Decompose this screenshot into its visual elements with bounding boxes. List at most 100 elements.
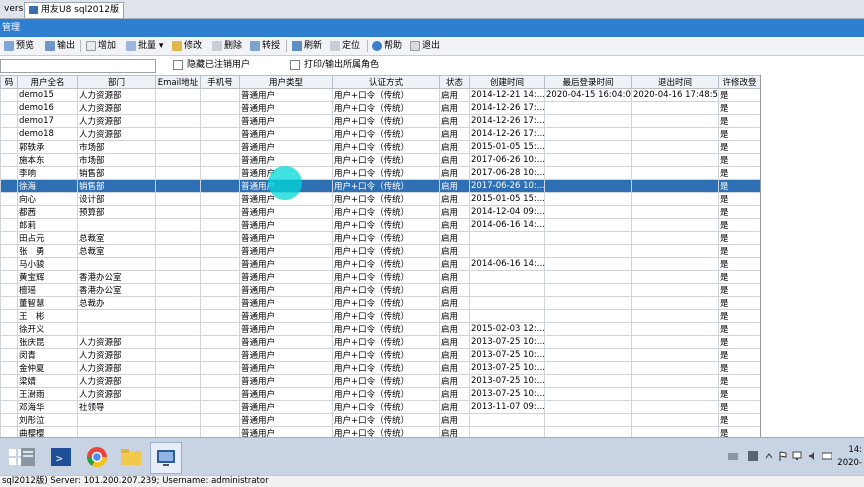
table-row[interactable]: demo16 人力资源部 普通用户 用户+口令（传统） 启用 2014-12-26 17:… <box>0 101 760 115</box>
table-row[interactable]: 张庆昆 人力资源部 普通用户 用户+口令（传统） 启用 2013-07-25 10:...… <box>0 335 760 349</box>
table-row[interactable]: 向心 设计部 普通用户 用户+口令（传统） 启用 2015-01-05 15:... 是 <box>0 192 760 206</box>
column-header[interactable]: 状态 <box>439 75 470 89</box>
table-cell: 2013-07-25 10:... <box>469 387 545 401</box>
table-row[interactable]: demo18 人力资源部 普通用户 用户+口令（传统） 启用 2014-12-26 17:… <box>0 127 760 141</box>
table-cell <box>631 166 719 180</box>
network-icon[interactable] <box>792 451 802 461</box>
column-header[interactable]: 部门 <box>77 75 156 89</box>
table-row[interactable]: 闵青 人力资源部 普通用户 用户+口令（传统） 启用 2013-07-25 10:... 是 <box>0 348 760 362</box>
table-row[interactable]: 王 彬 普通用户 用户+口令（传统） 启用 是 <box>0 309 760 323</box>
table-cell: 是 <box>718 153 760 167</box>
column-header[interactable]: 最后登录时间 <box>544 75 632 89</box>
table-row[interactable]: 檀瑶 香港办公室 普通用户 用户+口令（传统） 启用 是 <box>0 283 760 297</box>
table-row[interactable]: demo17 人力资源部 普通用户 用户+口令（传统） 启用 2014-12-26 17:… <box>0 114 760 128</box>
table-cell: 是 <box>718 114 760 128</box>
table-cell: 人力资源部 <box>77 348 156 362</box>
table-cell: 用户+口令（传统） <box>332 413 440 427</box>
table-cell <box>0 257 18 271</box>
monitor-icon <box>29 5 38 14</box>
table-row[interactable]: 董智慧 总裁办 普通用户 用户+口令（传统） 启用 是 <box>0 296 760 310</box>
column-header[interactable]: Email地址 <box>155 75 201 89</box>
volume-icon[interactable] <box>808 451 818 461</box>
batch-button[interactable]: 批量 ▾ <box>126 39 163 53</box>
table-row[interactable]: 梁婧 人力资源部 普通用户 用户+口令（传统） 启用 2013-07-25 10:... 是 <box>0 374 760 388</box>
print-roles-checkbox[interactable]: 打印/输出所属角色 <box>290 59 379 71</box>
table-row[interactable]: 王澍雨 人力资源部 普通用户 用户+口令（传统） 启用 2013-07-25 10:...… <box>0 387 760 401</box>
table-cell: 用户+口令（传统） <box>332 270 440 284</box>
table-row[interactable]: 邓海华 社领导 普通用户 用户+口令（传统） 启用 2013-11-07 09:... 是 <box>0 400 760 414</box>
table-row[interactable]: 都茜 预算部 普通用户 用户+口令（传统） 启用 2014-12-04 09:... 是 <box>0 205 760 219</box>
table-cell: 销售部 <box>77 166 156 180</box>
table-cell: 启用 <box>439 283 470 297</box>
delete-button[interactable]: 删除 <box>212 39 242 53</box>
export-button[interactable]: 输出 <box>45 39 75 53</box>
column-header[interactable]: 码 <box>0 75 18 89</box>
status-bar-text: sql2012版) Server: 101.200.207.239; Usern… <box>2 476 269 486</box>
column-header[interactable]: 退出时间 <box>631 75 719 89</box>
chrome-icon[interactable] <box>82 442 112 472</box>
filter-combo[interactable] <box>0 59 156 73</box>
table-cell: 启用 <box>439 88 470 102</box>
column-header[interactable]: 认证方式 <box>332 75 440 89</box>
column-header[interactable]: 创建时间 <box>469 75 545 89</box>
tray-app-icon[interactable] <box>748 451 758 461</box>
table-cell <box>77 218 156 232</box>
table-cell: 马小骏 <box>17 257 78 271</box>
tab-bar: vers 用友U8 sql2012版 <box>0 0 864 19</box>
table-row[interactable]: 徐海 销售部 普通用户 用户+口令（传统） 启用 2017-06-26 10:... 是 <box>0 179 760 193</box>
table-row[interactable]: 黄宝辉 香港办公室 普通用户 用户+口令（传统） 启用 是 <box>0 270 760 284</box>
tray-folder-icon[interactable] <box>728 451 738 461</box>
table-cell: 启用 <box>439 426 470 437</box>
table-row[interactable]: 施本东 市场部 普通用户 用户+口令（传统） 启用 2017-06-26 10:... 是 <box>0 153 760 167</box>
table-cell: 董智慧 <box>17 296 78 310</box>
help-button[interactable]: 帮助 <box>372 39 402 53</box>
table-row[interactable]: 马小骏 普通用户 用户+口令（传统） 启用 2014-06-16 14:... 是 <box>0 257 760 271</box>
table-cell <box>631 192 719 206</box>
table-row[interactable]: 田占元 总裁室 普通用户 用户+口令（传统） 启用 是 <box>0 231 760 245</box>
table-cell <box>469 270 545 284</box>
clock[interactable]: 14: 2020- <box>837 444 862 470</box>
powershell-icon[interactable]: > <box>46 442 76 472</box>
show-hidden-icons-icon[interactable] <box>764 451 774 461</box>
table-row[interactable]: 郭轶承 市场部 普通用户 用户+口令（传统） 启用 2015-01-05 15:... 是 <box>0 140 760 154</box>
tab-u8[interactable]: 用友U8 sql2012版 <box>24 2 124 18</box>
keyboard-icon[interactable] <box>821 451 833 461</box>
table-row[interactable]: 徐开义 普通用户 用户+口令（传统） 启用 2015-02-03 12:... 是 <box>0 322 760 336</box>
edit-button[interactable]: 修改 <box>172 39 202 53</box>
toolbar-separator <box>367 40 368 52</box>
remote-desktop-icon[interactable] <box>150 442 182 474</box>
column-header[interactable]: 用户全名 <box>17 75 78 89</box>
table-row[interactable]: 金仲夏 人力资源部 普通用户 用户+口令（传统） 启用 2013-07-25 10:...… <box>0 361 760 375</box>
table-row[interactable]: 郎莉 普通用户 用户+口令（传统） 启用 2014-06-16 14:... 是 <box>0 218 760 232</box>
hide-cancelled-checkbox[interactable]: 隐藏已注销用户 <box>173 59 250 71</box>
preview-button[interactable]: 预览 <box>4 39 34 53</box>
checkbox-box <box>290 59 300 70</box>
table-cell: 普通用户 <box>239 413 333 427</box>
table-row[interactable]: demo15 人力资源部 普通用户 用户+口令（传统） 启用 2014-12-21 14:… <box>0 88 760 102</box>
table-cell: 2013-07-25 10:... <box>469 374 545 388</box>
grant-button[interactable]: 转授 <box>250 39 280 53</box>
table-row[interactable]: 曲樱樱 普通用户 用户+口令（传统） 启用 是 <box>0 426 760 437</box>
table-cell <box>155 244 201 258</box>
refresh-button[interactable]: 刷新 <box>292 39 322 53</box>
tab-vers-label: vers <box>4 4 24 14</box>
table-cell <box>0 153 18 167</box>
table-cell: 徐海 <box>17 179 78 193</box>
exit-label: 退出 <box>422 41 441 51</box>
table-cell: 用户+口令（传统） <box>332 179 440 193</box>
column-header[interactable]: 许修改登 <box>718 75 760 89</box>
table-row[interactable]: 张 勇总裁室 普通用户 用户+口令（传统） 启用 是 <box>0 244 760 258</box>
flag-icon[interactable] <box>778 451 788 461</box>
server-manager-icon[interactable] <box>14 442 44 472</box>
table-row[interactable]: 李响 销售部 普通用户 用户+口令（传统） 启用 2017-06-28 10:... 是 <box>0 166 760 180</box>
column-header[interactable]: 手机号 <box>200 75 240 89</box>
pencil-icon <box>172 40 182 51</box>
table-cell <box>544 166 632 180</box>
table-cell: 曲樱樱 <box>17 426 78 437</box>
add-button[interactable]: 增加 <box>86 39 116 53</box>
locate-button[interactable]: 定位 <box>330 39 360 53</box>
table-row[interactable]: 刘彤泣 普通用户 用户+口令（传统） 启用 是 <box>0 413 760 427</box>
file-explorer-icon[interactable] <box>116 442 146 472</box>
column-header[interactable]: 用户类型 <box>239 75 333 89</box>
exit-button[interactable]: 退出 <box>410 39 440 53</box>
